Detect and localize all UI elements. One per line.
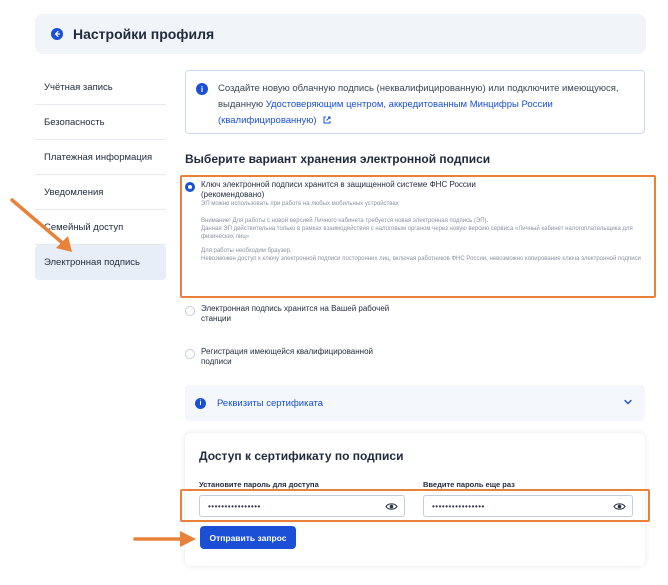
- info-text: Создайте новую облачную подпись (неквали…: [218, 81, 632, 129]
- arrow-left-icon[interactable]: [51, 28, 63, 40]
- page-title: Настройки профиля: [73, 26, 215, 42]
- radio-workstation[interactable]: [185, 306, 195, 316]
- info-icon: i: [195, 397, 206, 409]
- info-icon: i: [196, 83, 208, 95]
- sidebar-item-payment[interactable]: Платежная информация: [35, 140, 166, 175]
- highlight-option-frame: [180, 175, 656, 298]
- certificate-details-accordion[interactable]: i Реквизиты сертификата: [185, 385, 645, 421]
- info-link[interactable]: Удостоверяющим центром, аккредитованным …: [218, 99, 553, 126]
- external-link-icon[interactable]: [322, 115, 332, 125]
- sidebar-item-security[interactable]: Безопасность: [35, 105, 166, 140]
- main-content: i Создайте новую облачную подпись (неква…: [185, 70, 645, 134]
- option-workstation-title: Электронная подпись хранится на Вашей ра…: [201, 304, 390, 323]
- chevron-down-icon[interactable]: [623, 398, 633, 406]
- sidebar-item-account[interactable]: Учётная запись: [35, 70, 166, 105]
- option-qualified-title: Регистрация имеющейся квалифицированной …: [201, 347, 373, 366]
- annotation-arrow-submit: [133, 531, 196, 547]
- radio-qualified[interactable]: [185, 349, 195, 359]
- password-label: Установите пароль для доступа: [199, 480, 319, 489]
- storage-option-workstation[interactable]: Электронная подпись хранится на Вашей ра…: [185, 304, 395, 324]
- submit-request-button[interactable]: Отправить запрос: [200, 526, 296, 549]
- annotation-arrow-sidebar: [10, 198, 72, 252]
- storage-option-qualified[interactable]: Регистрация имеющейся квалифицированной …: [185, 347, 395, 367]
- storage-section-title: Выберите вариант хранения электронной по…: [185, 152, 491, 166]
- highlight-password-frame: [180, 489, 650, 522]
- info-banner: i Создайте новую облачную подпись (неква…: [185, 70, 645, 134]
- accordion-label: Реквизиты сертификата: [217, 397, 324, 409]
- access-title: Доступ к сертификату по подписи: [199, 449, 404, 463]
- repeat-password-label: Введите пароль еще раз: [423, 480, 515, 489]
- page-header: Настройки профиля: [35, 14, 646, 54]
